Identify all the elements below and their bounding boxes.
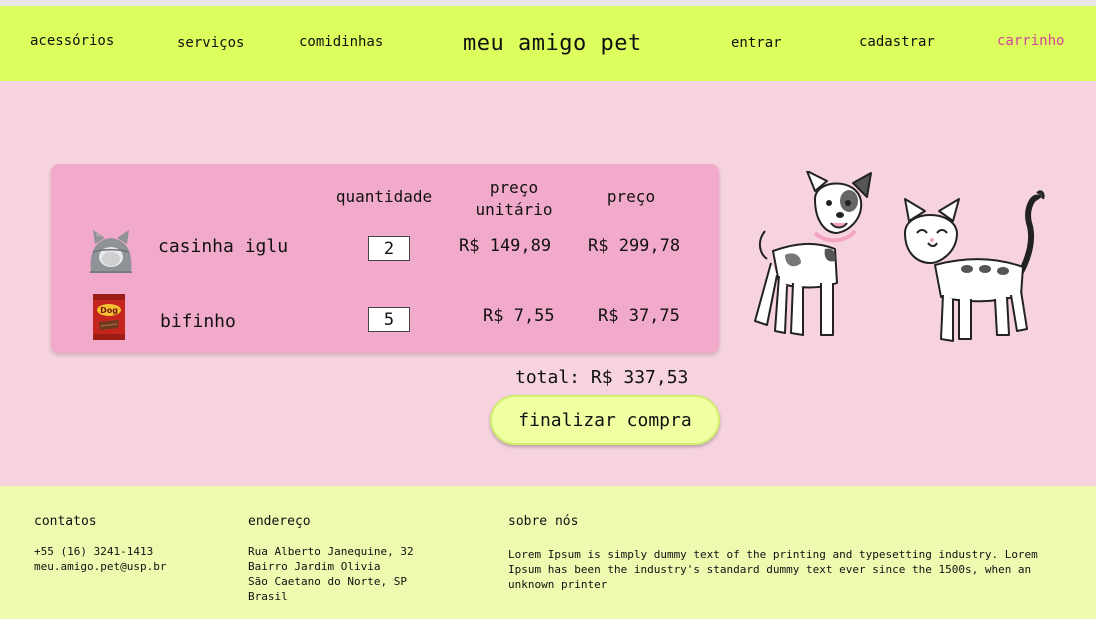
quantity-input[interactable] [368, 307, 410, 332]
quantity-input[interactable] [368, 236, 410, 261]
dog-and-cat-illustration [745, 170, 1055, 355]
column-header-unit-price-line2: unitário [475, 200, 553, 219]
nav-link-accessories[interactable]: acessórios [30, 33, 114, 49]
footer-about-title: sobre nós [508, 514, 579, 529]
igloo-bed-image [85, 224, 137, 280]
footer-contacts-text: +55 (16) 3241-1413 meu.amigo.pet@usp.br [34, 545, 167, 573]
site-header: acessórios serviços comidinhas meu amigo… [0, 6, 1096, 81]
nav-link-login[interactable]: entrar [731, 35, 782, 51]
checkout-button[interactable]: finalizar compra [490, 395, 720, 445]
footer-about-text: Lorem Ipsum is simply dummy text of the … [508, 548, 1038, 591]
cat-illustration [904, 190, 1045, 342]
footer-contacts-title: contatos [34, 514, 97, 529]
line-price-value: R$ 299,78 [588, 236, 681, 256]
cart-section: quantidade preço unitário preço casinha … [0, 81, 1096, 486]
unit-price-value: R$ 7,55 [483, 306, 555, 326]
unit-price-value: R$ 149,89 [459, 236, 552, 256]
line-price-value: R$ 37,75 [598, 306, 680, 326]
nav-link-services[interactable]: serviços [177, 35, 244, 51]
nav-link-cart[interactable]: carrinho [997, 33, 1064, 49]
column-header-unit-price: preço unitário [466, 177, 562, 221]
column-header-unit-price-line1: preço [489, 178, 539, 197]
footer-address-title: endereço [248, 514, 311, 529]
nav-link-treats[interactable]: comidinhas [299, 34, 383, 50]
column-header-price: preço [606, 187, 656, 206]
dog-illustration [754, 170, 872, 336]
product-name: bifinho [160, 311, 236, 332]
brand-logo-text[interactable]: meu amigo pet [463, 31, 642, 56]
cart-table: quantidade preço unitário preço casinha … [51, 164, 719, 353]
dog-treat-bag-image: Dog [91, 292, 127, 346]
column-header-quantity: quantidade [335, 187, 433, 206]
product-name: casinha iglu [158, 236, 289, 257]
footer-address-text: Rua Alberto Janequine, 32 Bairro Jardim … [248, 545, 414, 603]
nav-link-register[interactable]: cadastrar [859, 34, 935, 50]
svg-text:Dog: Dog [100, 306, 118, 315]
site-footer: contatos +55 (16) 3241-1413 meu.amigo.pe… [0, 486, 1096, 619]
cart-total: total: R$ 337,53 [515, 367, 689, 388]
